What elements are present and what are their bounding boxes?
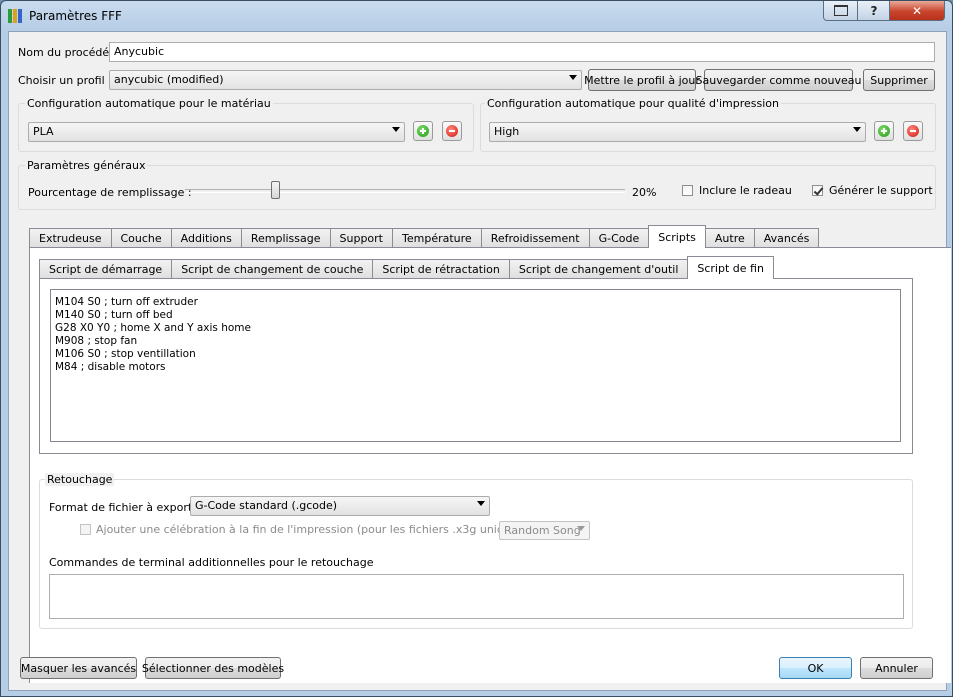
restore-button[interactable]	[823, 1, 859, 21]
title-bar: Paramètres FFF ? ✕	[1, 1, 952, 31]
celebration-checkbox[interactable]	[80, 524, 91, 535]
tab-support[interactable]: Support	[329, 228, 393, 248]
chevron-down-icon	[392, 127, 400, 132]
settings-window: Paramètres FFF ? ✕ Nom du procédé : Anyc…	[0, 0, 953, 697]
process-name-label: Nom du procédé :	[18, 46, 117, 59]
quality-select[interactable]: High	[489, 122, 866, 142]
chevron-down-icon	[577, 526, 585, 531]
profile-select-value: anycubic (modified)	[114, 73, 224, 86]
chevron-down-icon	[477, 501, 485, 506]
script-line: G28 X0 Y0 ; home X and Y axis home	[55, 322, 251, 334]
terminal-commands-input[interactable]	[49, 574, 904, 619]
raft-checkbox[interactable]	[682, 185, 693, 196]
script-line: M908 ; stop fan	[55, 335, 138, 347]
chevron-down-icon	[569, 75, 577, 80]
add-quality-button[interactable]	[874, 121, 894, 141]
retouching-title: Retouchage	[45, 473, 115, 486]
script-tab-bar: Script de démarrage Script de changement…	[39, 256, 774, 279]
tab-retraction-script[interactable]: Script de rétractation	[372, 259, 510, 279]
tab-start-script[interactable]: Script de démarrage	[39, 259, 173, 279]
select-models-button[interactable]: Sélectionner des modèles	[142, 657, 284, 679]
material-select-value: PLA	[33, 125, 54, 138]
material-config-title: Configuration automatique pour le matéri…	[25, 97, 273, 110]
ok-button[interactable]: OK	[779, 657, 852, 679]
tab-other[interactable]: Autre	[704, 228, 755, 248]
end-script-editor[interactable]: M104 S0 ; turn off extruder M140 S0 ; tu…	[50, 289, 901, 442]
celebration-label: Ajouter une célébration à la fin de l'im…	[96, 523, 551, 536]
export-format-value: G-Code standard (.gcode)	[195, 499, 338, 512]
support-checkbox[interactable]	[812, 185, 823, 196]
support-label: Générer le support	[829, 184, 933, 197]
terminal-commands-label: Commandes de terminal additionnelles pou…	[49, 556, 374, 569]
quality-select-value: High	[494, 125, 520, 138]
tab-scripts[interactable]: Scripts	[648, 225, 706, 248]
script-line: M140 S0 ; turn off bed	[55, 309, 173, 321]
quality-config-title: Configuration automatique pour qualité d…	[485, 97, 782, 110]
update-profile-button[interactable]: Mettre le profil à jour	[584, 69, 700, 91]
close-button[interactable]: ✕	[889, 1, 945, 21]
tab-layer[interactable]: Couche	[110, 228, 172, 248]
process-name-input[interactable]: Anycubic	[109, 42, 935, 62]
tab-layer-change-script[interactable]: Script de changement de couche	[171, 259, 374, 279]
tab-infill[interactable]: Remplissage	[240, 228, 331, 248]
save-as-new-button[interactable]: Sauvegarder comme nouveau	[696, 69, 861, 91]
infill-label: Pourcentage de remplissage :	[28, 186, 192, 199]
infill-value: 20%	[632, 186, 657, 199]
song-select[interactable]: Random Song	[499, 521, 590, 540]
tab-temperature[interactable]: Température	[392, 228, 482, 248]
tab-cooling[interactable]: Refroidissement	[480, 228, 590, 248]
raft-label: Inclure le radeau	[699, 184, 792, 197]
tab-additions[interactable]: Additions	[170, 228, 242, 248]
script-line: M106 S0 ; stop ventillation	[55, 348, 196, 360]
export-format-select[interactable]: G-Code standard (.gcode)	[190, 496, 490, 516]
profile-select[interactable]: anycubic (modified)	[109, 70, 582, 90]
tab-end-script[interactable]: Script de fin	[687, 256, 774, 279]
infill-slider[interactable]	[185, 181, 625, 201]
help-button[interactable]: ?	[857, 1, 891, 21]
main-tab-pane: Script de démarrage Script de changement…	[29, 247, 951, 683]
script-line: M84 ; disable motors	[55, 361, 166, 373]
add-icon	[878, 125, 890, 137]
profile-label: Choisir un profil :	[18, 74, 112, 87]
remove-icon	[907, 125, 919, 137]
infill-slider-track	[185, 189, 625, 193]
window-title: Paramètres FFF	[29, 9, 122, 23]
remove-material-button[interactable]	[442, 121, 462, 141]
remove-quality-button[interactable]	[903, 121, 923, 141]
tab-toolchange-script[interactable]: Script de changement d'outil	[508, 259, 689, 279]
song-select-value: Random Song	[504, 524, 581, 537]
cancel-button[interactable]: Annuler	[860, 657, 933, 679]
remove-icon	[446, 125, 458, 137]
delete-profile-button[interactable]: Supprimer	[863, 69, 935, 91]
restore-icon	[834, 5, 848, 16]
export-format-label: Format de fichier à exporter	[49, 501, 204, 514]
tab-extruder[interactable]: Extrudeuse	[29, 228, 112, 248]
tab-gcode[interactable]: G-Code	[588, 228, 650, 248]
general-settings-title: Paramètres généraux	[25, 159, 148, 172]
script-pane: M104 S0 ; turn off extruder M140 S0 ; tu…	[39, 278, 913, 454]
chevron-down-icon	[853, 127, 861, 132]
add-material-button[interactable]	[413, 121, 433, 141]
infill-slider-handle[interactable]	[271, 181, 280, 199]
close-icon: ✕	[911, 3, 923, 18]
material-select[interactable]: PLA	[28, 122, 405, 142]
main-tab-bar: Extrudeuse Couche Additions Remplissage …	[29, 225, 820, 248]
app-icon	[8, 9, 22, 23]
tab-advanced[interactable]: Avancés	[753, 228, 820, 248]
script-line: M104 S0 ; turn off extruder	[55, 296, 198, 308]
add-icon	[417, 125, 429, 137]
hide-advanced-button[interactable]: Masquer les avancés	[20, 657, 137, 679]
dialog-body: Nom du procédé : Anycubic Choisir un pro…	[8, 31, 951, 691]
